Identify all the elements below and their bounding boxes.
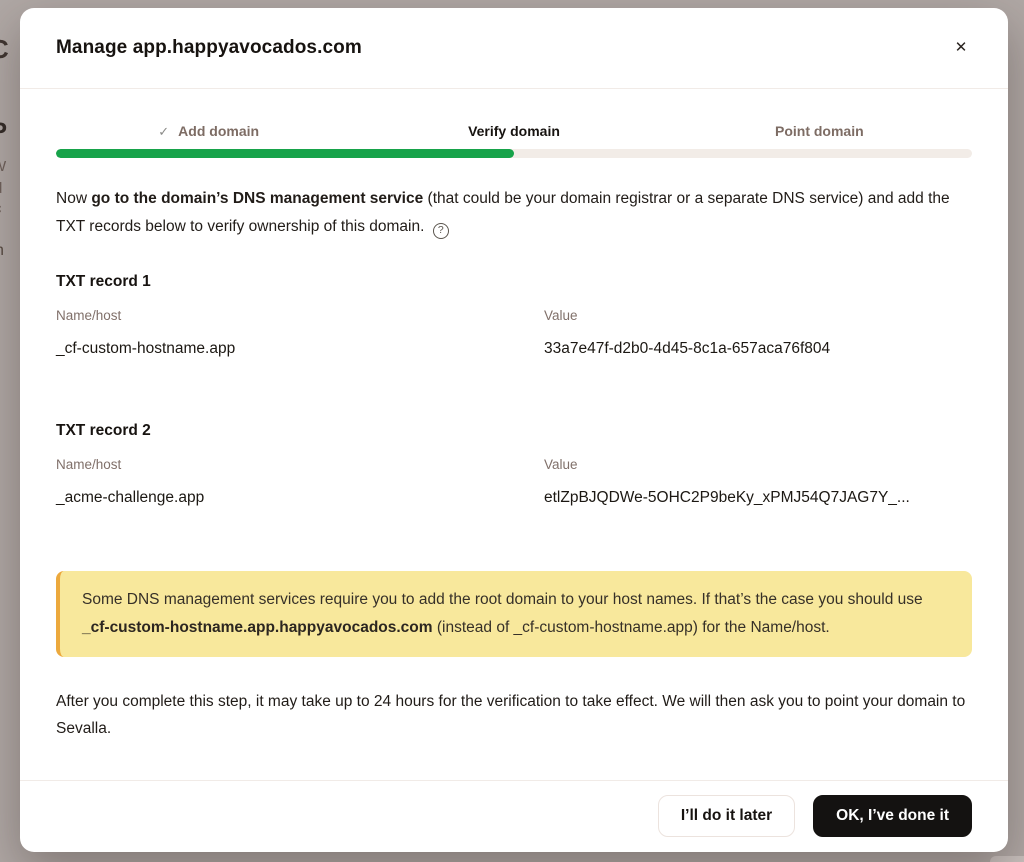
name-host-column: Name/host _acme-challenge.app [56, 457, 544, 507]
close-button[interactable]: ✕ [944, 31, 978, 65]
close-icon: ✕ [955, 39, 968, 56]
obscured-letter: C [0, 34, 9, 65]
instruction-pre: Now [56, 190, 91, 207]
obscured-page-corner [990, 856, 1024, 862]
help-icon[interactable]: ? [433, 223, 449, 239]
progress-fill [56, 149, 514, 158]
name-host-label: Name/host [56, 457, 544, 472]
instruction-text: Now go to the domain’s DNS management se… [56, 185, 972, 241]
step-label: Verify domain [468, 123, 560, 139]
value-label: Value [544, 457, 972, 472]
obscured-letter: h [0, 242, 4, 260]
wizard-steps: ✓ Add domain Verify domain Point domain [56, 123, 972, 140]
obscured-letter: d [0, 180, 2, 197]
notice-pre: Some DNS management services require you… [82, 591, 923, 608]
step-label: Add domain [178, 123, 259, 139]
name-host-value: _acme-challenge.app [56, 489, 544, 507]
progress-bar [56, 149, 972, 158]
step-add-domain: ✓ Add domain [56, 123, 361, 140]
verification-time-note: After you complete this step, it may tak… [56, 688, 972, 742]
notice-bold: _cf-custom-hostname.app.happyavocados.co… [82, 619, 433, 636]
value-column: Value 33a7e47f-d2b0-4d45-8c1a-657aca76f8… [544, 308, 972, 358]
step-verify-domain: Verify domain [361, 123, 666, 140]
obscured-letter: c [0, 200, 2, 217]
txt-record-1: TXT record 1 Name/host _cf-custom-hostna… [56, 273, 972, 358]
txt-record-2: TXT record 2 Name/host _acme-challenge.a… [56, 422, 972, 507]
check-icon: ✓ [158, 124, 169, 139]
name-host-label: Name/host [56, 308, 544, 323]
modal-body: ✓ Add domain Verify domain Point domain N… [20, 89, 1008, 780]
modal-header: Manage app.happyavocados.com ✕ [20, 8, 1008, 89]
txt-record-1-grid: Name/host _cf-custom-hostname.app Value … [56, 308, 972, 358]
value-text: 33a7e47f-d2b0-4d45-8c1a-657aca76f804 [544, 340, 972, 358]
txt-record-1-title: TXT record 1 [56, 273, 972, 291]
obscured-letter: P [0, 118, 7, 146]
name-host-value: _cf-custom-hostname.app [56, 340, 544, 358]
instruction-bold: go to the domain’s DNS management servic… [91, 190, 423, 207]
txt-record-2-grid: Name/host _acme-challenge.app Value etlZ… [56, 457, 972, 507]
done-button[interactable]: OK, I’ve done it [813, 795, 972, 837]
step-point-domain: Point domain [667, 123, 972, 140]
value-label: Value [544, 308, 972, 323]
modal-title: Manage app.happyavocados.com [56, 37, 362, 59]
later-button[interactable]: I’ll do it later [658, 795, 795, 837]
value-text: etlZpBJQDWe-5OHC2P9beKy_xPMJ54Q7JAG7Y_..… [544, 489, 972, 507]
step-label: Point domain [775, 123, 864, 139]
obscured-letter: W [0, 158, 6, 175]
txt-record-2-title: TXT record 2 [56, 422, 972, 440]
manage-domain-modal: Manage app.happyavocados.com ✕ ✓ Add doma… [20, 8, 1008, 852]
dns-root-domain-notice: Some DNS management services require you… [56, 571, 972, 657]
notice-post: (instead of _cf-custom-hostname.app) for… [433, 619, 830, 636]
name-host-column: Name/host _cf-custom-hostname.app [56, 308, 544, 358]
modal-footer: I’ll do it later OK, I’ve done it [20, 780, 1008, 852]
value-column: Value etlZpBJQDWe-5OHC2P9beKy_xPMJ54Q7JA… [544, 457, 972, 507]
